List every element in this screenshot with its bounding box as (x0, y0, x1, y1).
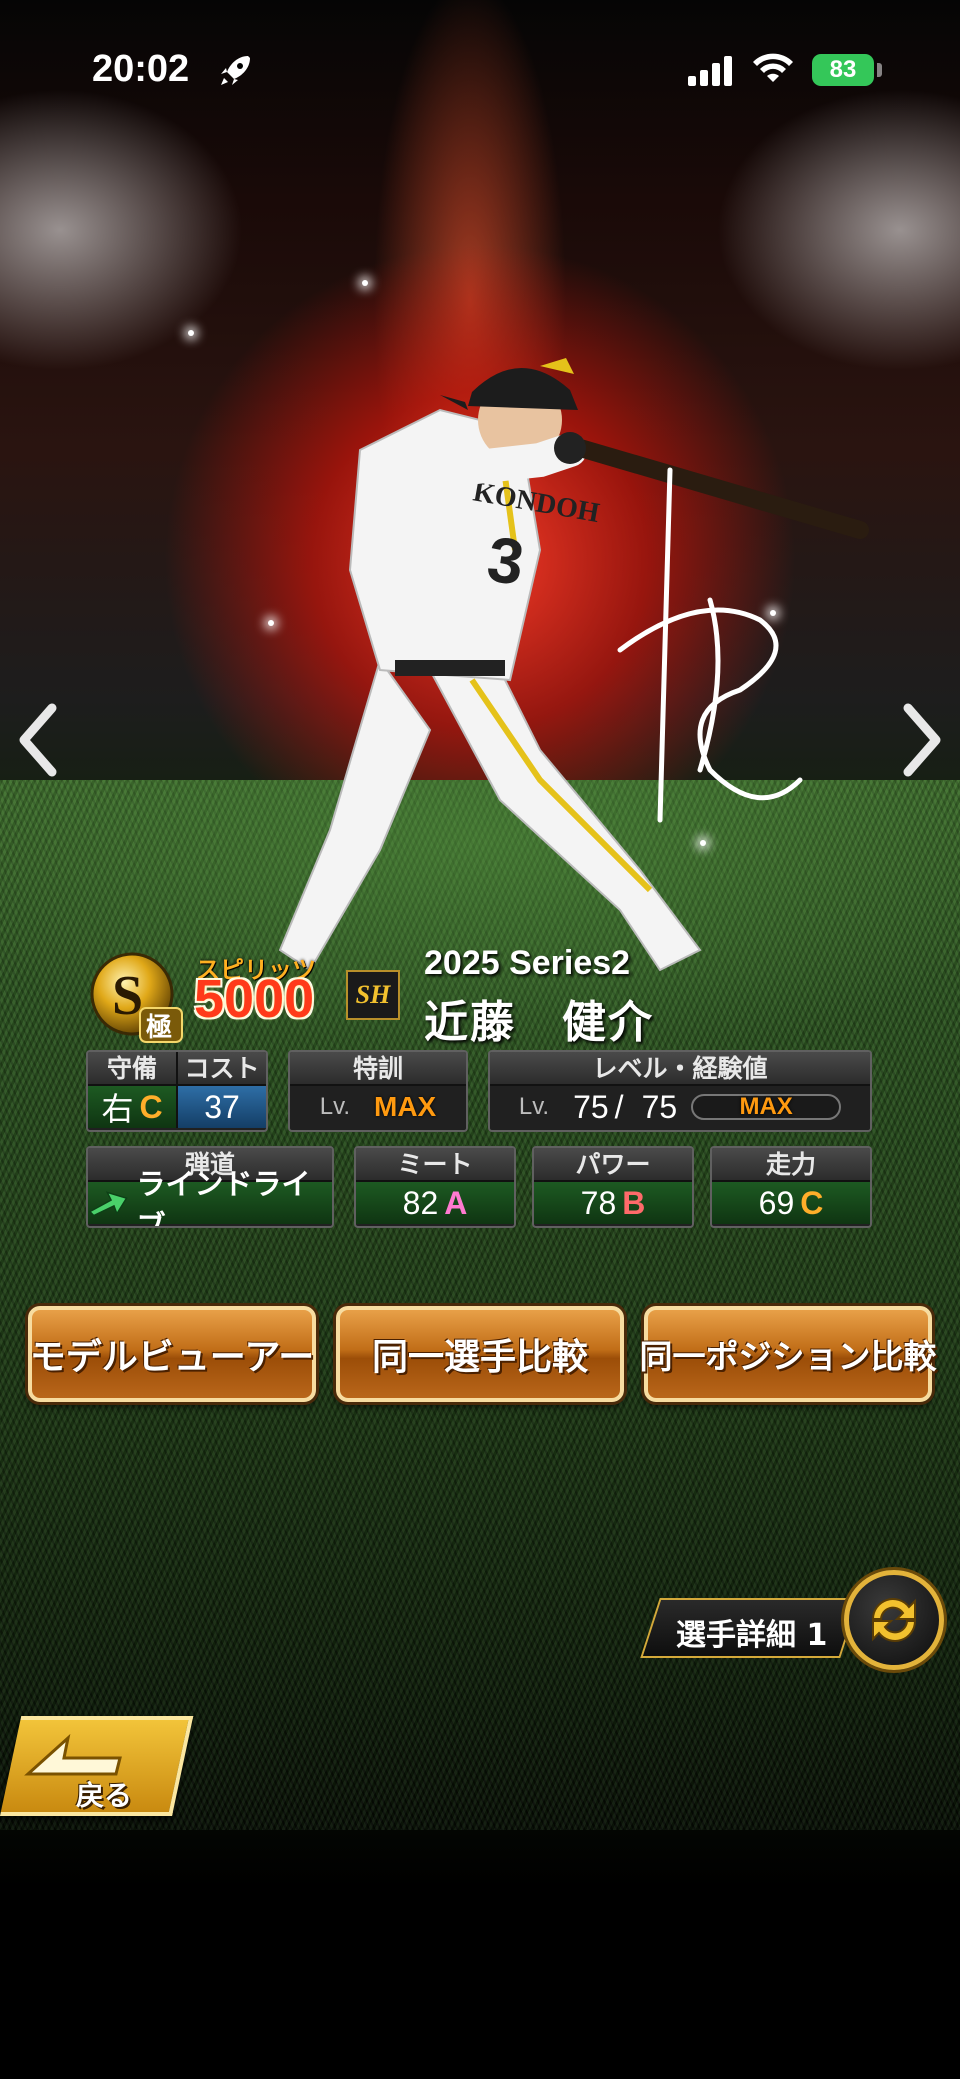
trajectory-value: ラインドライブ (88, 1169, 332, 1226)
power-value: 78 B (534, 1182, 692, 1224)
speed-value: 69 C (712, 1182, 870, 1224)
speed-grade: C (800, 1184, 824, 1221)
trajectory-panel: 弾道 ラインドライブ (86, 1146, 334, 1228)
power-number: 78 (580, 1184, 617, 1221)
switch-detail-button[interactable] (844, 1570, 944, 1670)
cost-value: 37 (176, 1086, 266, 1128)
same-position-compare-button[interactable]: 同一ポジション比較 (640, 1306, 937, 1402)
status-bar: 20:02 83 (0, 0, 960, 130)
svg-text:S: S (112, 965, 143, 1027)
level-lv: Lv. (518, 1093, 550, 1120)
model-viewer-button[interactable]: モデルビューアー (28, 1306, 316, 1402)
defense-grade: C (139, 1088, 163, 1125)
speed-label: 走力 (712, 1148, 870, 1182)
bottom-fade (0, 1830, 960, 2079)
defense-cost-panel: 守備 コスト 右 C 37 (86, 1050, 268, 1132)
meet-number: 82 (402, 1184, 439, 1221)
same-player-compare-button[interactable]: 同一選手比較 (336, 1306, 624, 1402)
refresh-icon (871, 1598, 917, 1642)
training-value: Lv. MAX (290, 1086, 466, 1128)
level-max: 75 (641, 1088, 678, 1125)
meet-panel: ミート 82 A (354, 1146, 516, 1228)
signal-icon (688, 56, 736, 86)
detail-label: 選手詳細 1 (676, 1618, 828, 1653)
next-player-arrow[interactable] (898, 700, 948, 780)
team-logo: SH (346, 970, 400, 1020)
sparkle (188, 330, 194, 336)
speed-panel: 走力 69 C (710, 1146, 872, 1228)
training-panel: 特訓 Lv. MAX (288, 1050, 468, 1132)
power-grade: B (622, 1184, 646, 1221)
power-label: パワー (534, 1148, 692, 1182)
level-exp-label: レベル・経験値 (490, 1052, 870, 1086)
training-lv: Lv. (319, 1093, 350, 1120)
svg-text:極: 極 (146, 1013, 172, 1043)
rank-badge-icon: S 極 (90, 952, 183, 1043)
trajectory-text: ラインドライブ (136, 1169, 311, 1228)
battery-tip (877, 63, 882, 77)
exp-max: MAX (739, 1093, 793, 1120)
power-panel: パワー 78 B (532, 1146, 694, 1228)
defense-label: 守備 (88, 1052, 176, 1086)
meet-grade: A (444, 1184, 468, 1221)
training-label: 特訓 (290, 1052, 466, 1086)
spirits-value: 5000 (194, 969, 315, 1029)
training-max: MAX (374, 1091, 437, 1122)
rocket-icon (221, 56, 250, 85)
trajectory-arrow-icon (88, 1191, 128, 1216)
meet-label: ミート (356, 1148, 514, 1182)
defense-value: 右 C (88, 1086, 176, 1128)
level-separator: / (614, 1088, 624, 1125)
series-label: 2025 Series2 (424, 944, 631, 982)
speed-number: 69 (758, 1184, 795, 1221)
exp-bar: MAX (691, 1093, 842, 1120)
sparkle (362, 280, 368, 286)
back-label: 戻る (76, 1779, 133, 1812)
battery-icon: 83 (812, 54, 874, 86)
battery-level: 83 (829, 56, 857, 83)
defense-position: 右 (101, 1091, 134, 1127)
player-name: 近藤 健介 (424, 997, 654, 1048)
previous-player-arrow[interactable] (12, 700, 62, 780)
meet-value: 82 A (356, 1182, 514, 1224)
wifi-icon (753, 53, 793, 82)
level-exp-panel: レベル・経験値 Lv. 75 / 75 MAX (488, 1050, 872, 1132)
cost-label: コスト (176, 1052, 266, 1086)
level-exp-value: Lv. 75 / 75 MAX (490, 1086, 870, 1128)
level-current: 75 (573, 1088, 609, 1125)
status-time: 20:02 (92, 48, 190, 90)
